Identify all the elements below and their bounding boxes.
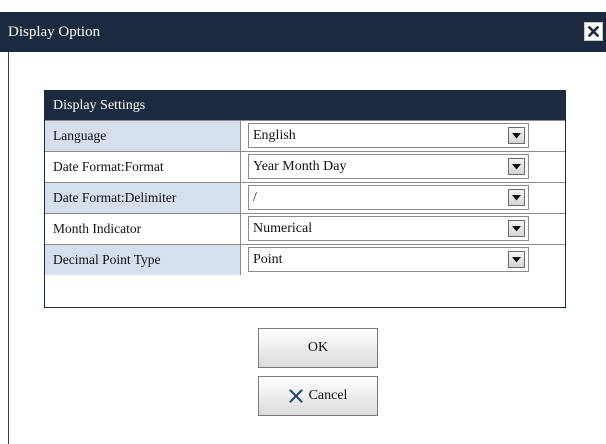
- dialog-title: Display Option: [8, 24, 101, 40]
- setting-label: Language: [45, 121, 241, 151]
- dropdown-arrow-icon[interactable]: [508, 127, 525, 144]
- settings-header: Display Settings: [45, 91, 565, 120]
- dropdown-arrow-icon[interactable]: [508, 220, 525, 237]
- x-icon: [288, 389, 303, 403]
- language-select[interactable]: English: [248, 123, 529, 148]
- setting-row-date-format: Date Format:Format Year Month Day: [45, 151, 565, 182]
- setting-label: Date Format:Delimiter: [45, 183, 241, 213]
- close-x-icon: [588, 26, 599, 37]
- setting-row-decimal-point: Decimal Point Type Point: [45, 244, 565, 275]
- setting-row-date-delimiter: Date Format:Delimiter /: [45, 182, 565, 213]
- date-format-select[interactable]: Year Month Day: [248, 154, 529, 179]
- select-value: /: [253, 190, 257, 205]
- date-delimiter-select[interactable]: /: [248, 185, 529, 210]
- month-indicator-select[interactable]: Numerical: [248, 216, 529, 241]
- dropdown-arrow-icon[interactable]: [508, 189, 525, 206]
- display-option-dialog: Display Option Display Settings Language…: [0, 0, 606, 444]
- setting-label: Date Format:Format: [45, 152, 241, 182]
- display-settings-panel: Display Settings Language English Date F…: [44, 90, 566, 308]
- select-value: Numerical: [253, 221, 313, 236]
- ok-button[interactable]: OK: [258, 328, 378, 368]
- settings-header-title: Display Settings: [53, 98, 146, 113]
- close-button[interactable]: [584, 22, 603, 41]
- ok-button-label: OK: [307, 340, 329, 355]
- setting-row-language: Language English: [45, 120, 565, 151]
- select-value: Year Month Day: [253, 159, 347, 174]
- dropdown-arrow-icon[interactable]: [508, 251, 525, 268]
- title-bar: Display Option: [0, 12, 606, 52]
- setting-label: Month Indicator: [45, 214, 241, 244]
- decimal-point-select[interactable]: Point: [248, 247, 529, 272]
- setting-label: Decimal Point Type: [45, 245, 241, 275]
- setting-row-month-indicator: Month Indicator Numerical: [45, 213, 565, 244]
- dropdown-arrow-icon[interactable]: [508, 158, 525, 175]
- cancel-button[interactable]: Cancel: [258, 376, 378, 416]
- select-value: Point: [253, 252, 283, 267]
- cancel-button-label: Cancel: [308, 388, 348, 403]
- select-value: English: [253, 128, 296, 143]
- top-strip: [0, 0, 606, 12]
